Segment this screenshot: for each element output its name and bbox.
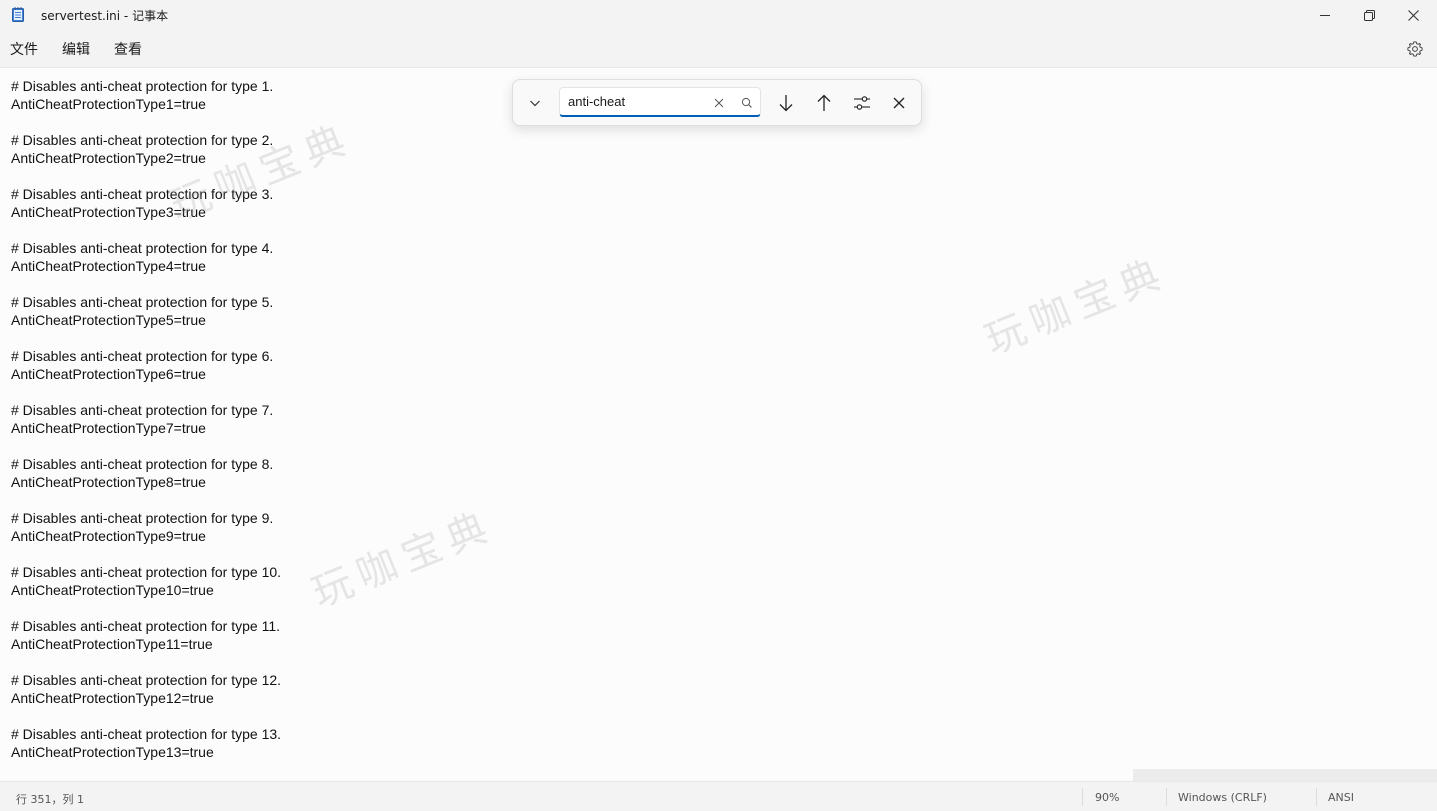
window-title: servertest.ini - 记事本 xyxy=(41,9,169,23)
find-input[interactable] xyxy=(568,94,698,109)
menu-file[interactable]: 文件 xyxy=(10,39,38,59)
editor-line: AntiCheatProtectionType9=true xyxy=(11,528,206,544)
editor-line: # Disables anti-cheat protection for typ… xyxy=(11,240,274,256)
encoding[interactable]: ANSI xyxy=(1328,791,1354,804)
clear-icon xyxy=(714,98,724,108)
editor-line: # Disables anti-cheat protection for typ… xyxy=(11,402,274,418)
menu-view[interactable]: 查看 xyxy=(114,39,142,59)
editor-line: # Disables anti-cheat protection for typ… xyxy=(11,456,274,472)
restore-button[interactable] xyxy=(1347,0,1391,30)
editor-line: # Disables anti-cheat protection for typ… xyxy=(11,348,274,364)
status-divider xyxy=(1082,788,1083,806)
editor-line: AntiCheatProtectionType5=true xyxy=(11,312,206,328)
editor-content: # Disables anti-cheat protection for typ… xyxy=(11,68,281,761)
editor-line: # Disables anti-cheat protection for typ… xyxy=(11,564,282,580)
find-bar xyxy=(512,79,922,126)
arrow-down-icon xyxy=(779,95,793,112)
editor-line: AntiCheatProtectionType6=true xyxy=(11,366,206,382)
editor-line: AntiCheatProtectionType10=true xyxy=(11,582,214,598)
find-input-box xyxy=(559,87,761,117)
menu-edit[interactable]: 编辑 xyxy=(62,39,90,59)
editor-line: AntiCheatProtectionType11=true xyxy=(11,636,213,652)
editor-line: # Disables anti-cheat protection for typ… xyxy=(11,132,274,148)
editor-line: # Disables anti-cheat protection for typ… xyxy=(11,78,274,94)
close-icon xyxy=(893,97,905,109)
editor-line: # Disables anti-cheat protection for typ… xyxy=(11,510,274,526)
menu-bar: 文件 编辑 查看 xyxy=(0,30,1437,68)
editor-line: # Disables anti-cheat protection for typ… xyxy=(11,618,281,634)
title-bar[interactable]: servertest.ini - 记事本 xyxy=(0,0,1437,30)
minimize-icon xyxy=(1320,15,1330,16)
close-icon xyxy=(1407,9,1419,21)
gear-icon xyxy=(1407,41,1423,57)
minimize-button[interactable] xyxy=(1303,0,1347,30)
find-previous-button[interactable] xyxy=(812,91,836,115)
restore-icon xyxy=(1363,9,1375,21)
editor-line: AntiCheatProtectionType2=true xyxy=(11,150,206,166)
editor-line: AntiCheatProtectionType4=true xyxy=(11,258,206,274)
editor-line: AntiCheatProtectionType3=true xyxy=(11,204,206,220)
editor-line: AntiCheatProtectionType12=true xyxy=(11,690,214,706)
search-icon xyxy=(740,95,754,109)
chevron-down-icon xyxy=(530,100,540,107)
editor-line: # Disables anti-cheat protection for typ… xyxy=(11,726,282,742)
status-divider xyxy=(1166,788,1167,806)
editor-line: AntiCheatProtectionType8=true xyxy=(11,474,206,490)
editor-line: # Disables anti-cheat protection for typ… xyxy=(11,186,274,202)
notepad-icon xyxy=(12,7,24,22)
close-window-button[interactable] xyxy=(1391,0,1435,30)
line-ending[interactable]: Windows (CRLF) xyxy=(1178,791,1267,804)
text-editor[interactable]: # Disables anti-cheat protection for typ… xyxy=(0,68,1437,780)
editor-line: AntiCheatProtectionType1=true xyxy=(11,96,206,112)
editor-line: AntiCheatProtectionType7=true xyxy=(11,420,206,436)
search-options-button[interactable] xyxy=(850,91,874,115)
editor-line: # Disables anti-cheat protection for typ… xyxy=(11,294,274,310)
arrow-up-icon xyxy=(817,94,831,111)
settings-button[interactable] xyxy=(1406,40,1424,58)
close-find-button[interactable] xyxy=(887,91,911,115)
find-next-button[interactable] xyxy=(774,91,798,115)
editor-line: AntiCheatProtectionType13=true xyxy=(11,744,214,760)
zoom-level[interactable]: 90% xyxy=(1095,791,1119,804)
editor-line: # Disables anti-cheat protection for typ… xyxy=(11,672,282,688)
status-divider xyxy=(1316,788,1317,806)
expand-replace-button[interactable] xyxy=(523,91,547,115)
clear-search-button[interactable] xyxy=(712,95,726,109)
cursor-position: 行 351，列 1 xyxy=(16,793,84,806)
status-bar: 行 351，列 1 90% Windows (CRLF) ANSI xyxy=(0,781,1437,811)
sliders-icon xyxy=(854,96,870,110)
